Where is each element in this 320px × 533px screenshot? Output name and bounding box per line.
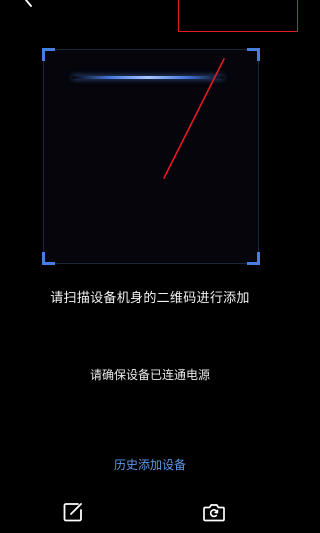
history-devices-label[interactable]: 历史添加设备: [114, 458, 186, 472]
scan-frame-corner-bottom-left: [42, 252, 55, 265]
power-hint-text: 请确保设备已连通电源: [89, 368, 210, 382]
edit-icon: [62, 501, 84, 527]
annotation-highlight-box: [178, 0, 298, 32]
scan-frame: [42, 48, 260, 265]
scan-frame-corner-top-left: [42, 48, 55, 61]
back-button[interactable]: [18, 0, 40, 10]
qr-scan-screen: 请扫描设备机身的二维码进行添加 请确保设备已连通电源 历史添加设备: [0, 0, 300, 533]
chevron-left-icon: [21, 0, 37, 12]
edit-button[interactable]: [60, 502, 86, 526]
scan-frame-corner-top-right: [247, 48, 260, 61]
scan-frame-corner-bottom-right: [247, 252, 260, 265]
scan-line: [72, 76, 224, 79]
scan-instruction-text: 请扫描设备机身的二维码进行添加: [50, 291, 250, 306]
camera-switch-icon: [202, 501, 226, 527]
camera-switch-button[interactable]: [201, 502, 227, 526]
history-devices-link[interactable]: 历史添加设备: [0, 456, 300, 473]
